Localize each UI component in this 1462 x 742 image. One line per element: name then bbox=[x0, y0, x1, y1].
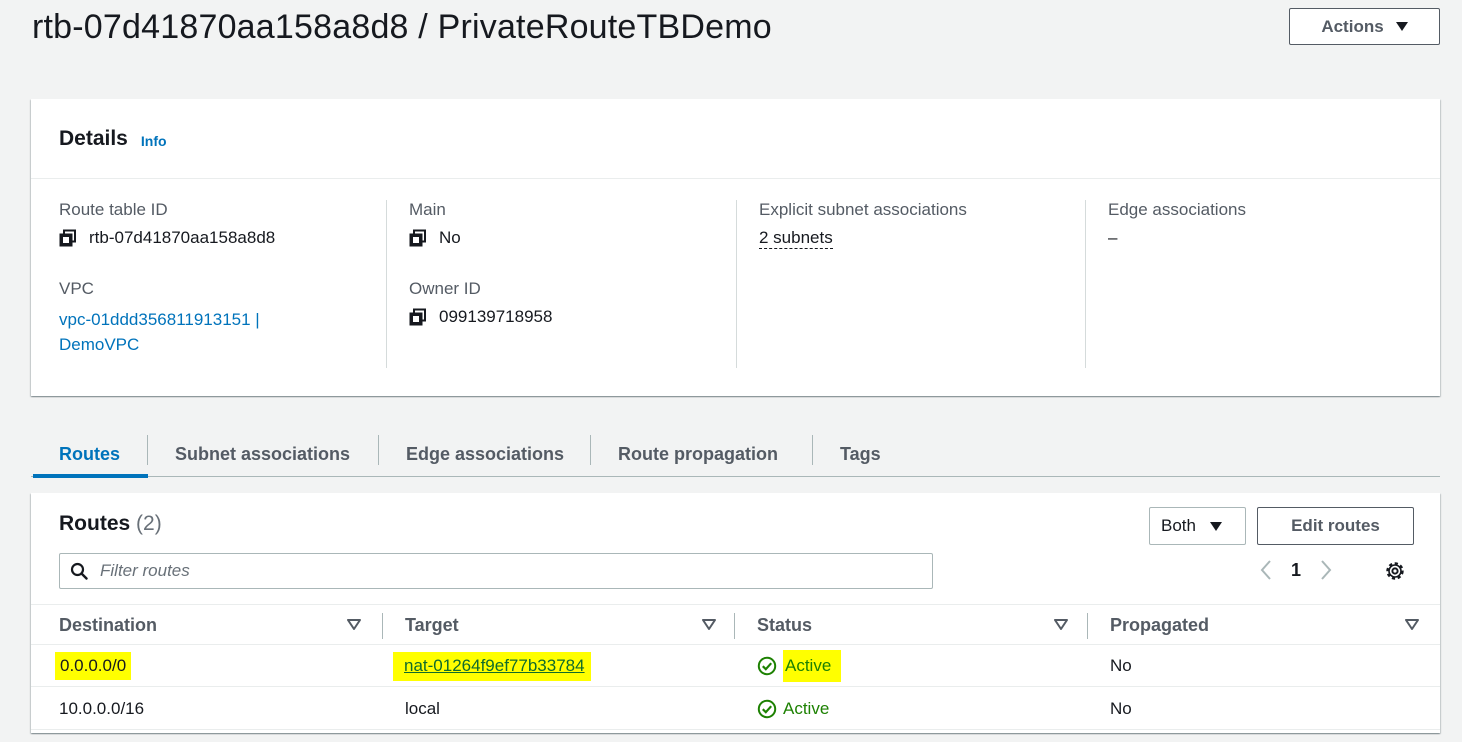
routes-title-text: Routes bbox=[59, 512, 131, 535]
vpc-label: VPC bbox=[59, 279, 94, 298]
check-circle-icon bbox=[757, 699, 777, 719]
route-filter-select-value: Both bbox=[1161, 516, 1196, 535]
tab-tags-label: Tags bbox=[840, 443, 881, 464]
tab-route-propagation[interactable]: Route propagation bbox=[618, 432, 778, 476]
explicit-subnet-associations-label: Explicit subnet associations bbox=[759, 200, 967, 219]
search-icon bbox=[70, 562, 88, 580]
chevron-left-icon[interactable] bbox=[1259, 559, 1273, 581]
routes-title: Routes (2) bbox=[59, 512, 162, 536]
column-divider bbox=[1085, 200, 1086, 368]
propagated-cell: No bbox=[1110, 699, 1132, 718]
tab-separator bbox=[378, 435, 379, 465]
destination-cell: 0.0.0.0/0 bbox=[55, 645, 132, 687]
details-title: Details bbox=[59, 126, 128, 150]
column-header-destination[interactable]: Destination bbox=[59, 605, 157, 645]
route-table-id: rtb-07d41870aa158a8d8 bbox=[89, 228, 276, 247]
page-title: rtb-07d41870aa158a8d8 / PrivateRouteTBDe… bbox=[32, 8, 772, 46]
sort-down-icon[interactable] bbox=[347, 619, 361, 631]
main-label: Main bbox=[409, 200, 446, 219]
copy-icon[interactable] bbox=[409, 229, 427, 247]
active-tab-indicator bbox=[33, 474, 148, 478]
column-divider bbox=[736, 200, 737, 368]
caret-down-icon bbox=[1395, 22, 1408, 31]
status-cell: Active bbox=[757, 688, 829, 730]
tab-route-propagation-label: Route propagation bbox=[618, 443, 778, 464]
owner-id-row: 099139718958 bbox=[409, 307, 729, 327]
edit-routes-button[interactable]: Edit routes bbox=[1257, 507, 1414, 545]
filter-routes-input[interactable] bbox=[100, 561, 900, 581]
check-circle-icon bbox=[757, 656, 777, 676]
status-badge: Active bbox=[757, 699, 829, 719]
edge-associations-label: Edge associations bbox=[1108, 200, 1246, 219]
column-resizer[interactable] bbox=[1087, 613, 1088, 639]
status-badge: Active bbox=[757, 650, 842, 682]
owner-id-value: 099139718958 bbox=[439, 307, 553, 326]
actions-label: Actions bbox=[1321, 16, 1384, 36]
column-header-status[interactable]: Status bbox=[757, 605, 812, 645]
destination-value: 0.0.0.0/0 bbox=[55, 652, 132, 680]
destination-cell: 10.0.0.0/16 bbox=[59, 699, 145, 718]
status-text: Active bbox=[783, 699, 830, 718]
details-panel: Details Info Route table ID rtb-07d41870… bbox=[31, 99, 1440, 396]
pagination: 1 bbox=[1259, 559, 1333, 581]
gear-icon[interactable] bbox=[1383, 559, 1407, 583]
route-table-id-value: rtb-07d41870aa158a8d8 bbox=[59, 228, 379, 248]
sort-down-icon[interactable] bbox=[1405, 619, 1419, 631]
owner-id-label: Owner ID bbox=[409, 279, 481, 298]
filter-routes-box[interactable] bbox=[59, 553, 933, 589]
tab-bar: Routes Subnet associations Edge associat… bbox=[31, 432, 1440, 478]
main-value-row: No bbox=[409, 228, 729, 248]
status-cell: Active bbox=[757, 645, 842, 687]
vpc-link-line1: vpc-01ddd356811913151 | bbox=[59, 310, 260, 329]
tab-subnet-associations[interactable]: Subnet associations bbox=[175, 432, 350, 476]
edit-routes-label: Edit routes bbox=[1291, 516, 1380, 535]
tab-edge-associations[interactable]: Edge associations bbox=[406, 432, 564, 476]
details-column-3: Explicit subnet associations 2 subnets bbox=[759, 200, 1079, 368]
details-column-1: Route table ID rtb-07d41870aa158a8d8 VPC… bbox=[59, 200, 379, 368]
chevron-right-icon[interactable] bbox=[1319, 559, 1333, 581]
page-number[interactable]: 1 bbox=[1291, 560, 1301, 581]
subnet-associations-row: 2 subnets bbox=[759, 228, 1079, 249]
tab-edge-associations-label: Edge associations bbox=[406, 443, 565, 464]
tab-routes[interactable]: Routes bbox=[59, 432, 120, 476]
sort-down-icon[interactable] bbox=[702, 619, 716, 631]
details-column-4: Edge associations – bbox=[1108, 200, 1408, 368]
caret-down-icon bbox=[1209, 521, 1222, 531]
actions-button[interactable]: Actions bbox=[1289, 8, 1440, 45]
column-resizer[interactable] bbox=[382, 613, 383, 639]
tab-separator bbox=[590, 435, 591, 465]
propagated-cell: No bbox=[1110, 656, 1132, 675]
sort-down-icon[interactable] bbox=[1054, 619, 1068, 631]
vpc-link-line2: DemoVPC bbox=[59, 335, 140, 354]
tab-subnet-associations-label: Subnet associations bbox=[175, 443, 351, 464]
tab-separator bbox=[812, 435, 813, 465]
route-table-id-label: Route table ID bbox=[59, 200, 168, 219]
route-filter-select[interactable]: Both bbox=[1149, 507, 1246, 545]
vpc-link[interactable]: vpc-01ddd356811913151 | DemoVPC bbox=[59, 307, 379, 357]
column-header-propagated[interactable]: Propagated bbox=[1110, 605, 1209, 645]
status-text: Active bbox=[783, 650, 842, 682]
copy-icon[interactable] bbox=[409, 308, 427, 326]
column-resizer[interactable] bbox=[734, 613, 735, 639]
table-row: 0.0.0.0/0 nat-01264f9ef77b33784 Active N… bbox=[31, 645, 1440, 687]
info-link[interactable]: Info bbox=[141, 133, 167, 149]
target-cell: local bbox=[405, 699, 440, 718]
copy-icon[interactable] bbox=[59, 229, 77, 247]
edge-associations-value: – bbox=[1108, 228, 1118, 247]
details-header: Details Info bbox=[31, 99, 1440, 179]
main-value: No bbox=[439, 228, 461, 247]
tab-routes-label: Routes bbox=[59, 443, 121, 464]
routes-table-header: Destination Target Status Propagated bbox=[31, 604, 1440, 645]
target-cell: nat-01264f9ef77b33784 bbox=[393, 645, 591, 687]
subnet-associations-value[interactable]: 2 subnets bbox=[759, 228, 833, 249]
target-link[interactable]: nat-01264f9ef77b33784 bbox=[404, 656, 585, 675]
details-column-2: Main No Owner ID 099139718958 bbox=[409, 200, 729, 368]
routes-count: (2) bbox=[136, 512, 162, 535]
table-row: 10.0.0.0/16 local Active No bbox=[31, 688, 1440, 730]
tab-separator bbox=[147, 435, 148, 465]
column-header-target[interactable]: Target bbox=[405, 605, 459, 645]
column-divider bbox=[386, 200, 387, 368]
routes-panel: Routes (2) Both Edit routes 1 Destinatio… bbox=[31, 493, 1440, 733]
tab-tags[interactable]: Tags bbox=[840, 432, 881, 476]
